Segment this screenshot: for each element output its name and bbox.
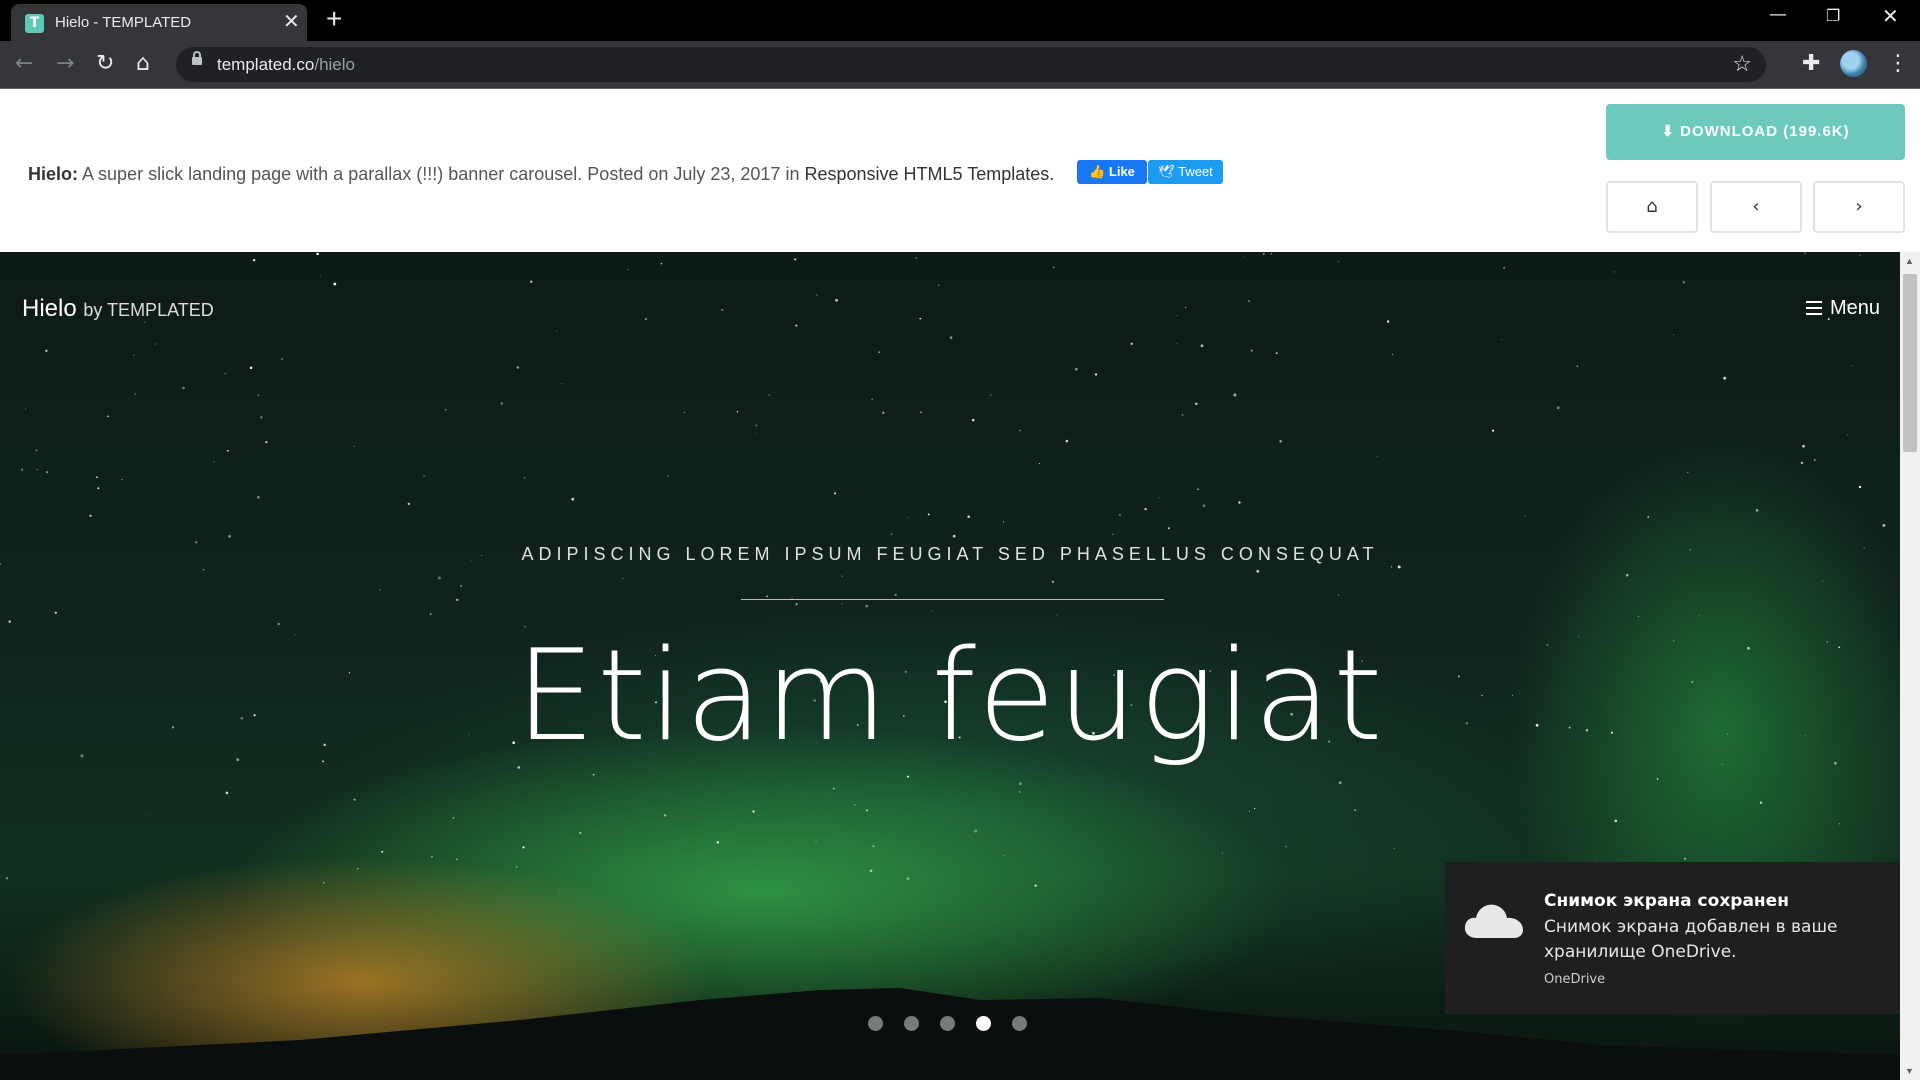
browser-tab-strip: T Hielo - TEMPLATED ✕ + — ❐ ✕ xyxy=(0,0,1920,41)
tweet-button[interactable]: 🕊 Tweet xyxy=(1148,160,1223,184)
scroll-up-arrow-icon[interactable]: ▲ xyxy=(1905,256,1914,266)
reload-icon[interactable]: ↻ xyxy=(96,51,114,77)
download-icon: ⬇ xyxy=(1661,123,1675,140)
previous-template-button[interactable]: ‹ xyxy=(1710,181,1802,233)
browser-toolbar: ← → ↻ ⌂ templated.co/hielo ☆ ✚ ⋮ xyxy=(0,41,1920,89)
carousel-dot[interactable] xyxy=(1012,1016,1027,1031)
carousel-dot[interactable] xyxy=(904,1016,919,1031)
twitter-bird-icon: 🕊 xyxy=(1158,164,1175,179)
home-icon: ⌂ xyxy=(1646,196,1658,217)
download-button[interactable]: ⬇ DOWNLOAD (199.6K) xyxy=(1606,104,1905,160)
logo-by: by TEMPLATED xyxy=(83,300,214,320)
favicon-icon: T xyxy=(25,14,44,33)
onedrive-notification[interactable]: Снимок экрана сохранен Снимок экрана доб… xyxy=(1445,862,1900,1014)
hero-subtitle: ADIPISCING LOREM IPSUM FEUGIAT SED PHASE… xyxy=(521,544,1379,564)
tab-close-icon[interactable]: ✕ xyxy=(283,12,300,32)
template-name: Hielo: xyxy=(28,164,79,184)
carousel-dot[interactable] xyxy=(976,1016,991,1031)
scroll-down-arrow-icon[interactable]: ▼ xyxy=(1905,1066,1914,1076)
toast-source: OneDrive xyxy=(1544,972,1606,987)
template-description: Hielo: A super slick landing page with a… xyxy=(28,164,1054,185)
like-label: Like xyxy=(1108,164,1135,179)
forward-icon[interactable]: → xyxy=(56,51,74,77)
chevron-right-icon: › xyxy=(1855,196,1863,217)
template-info-bar: Hielo: A super slick landing page with a… xyxy=(0,89,1920,252)
logo-name: Hielo xyxy=(22,295,77,322)
profile-avatar[interactable] xyxy=(1840,50,1867,77)
thumbs-up-icon: 👍 xyxy=(1089,164,1106,179)
category-link[interactable]: Responsive HTML5 Templates. xyxy=(804,164,1054,184)
browser-tab[interactable]: T Hielo - TEMPLATED ✕ xyxy=(11,4,307,41)
menu-button[interactable]: Menu xyxy=(1805,297,1880,320)
hamburger-icon xyxy=(1805,301,1822,315)
template-description-text: A super slick landing page with a parall… xyxy=(82,164,800,184)
download-label: DOWNLOAD (199.6K) xyxy=(1680,123,1850,140)
cloud-icon xyxy=(1464,904,1523,938)
hero-headline: Etiam feugiat xyxy=(515,622,1385,769)
extensions-icon[interactable]: ✚ xyxy=(1802,51,1820,76)
scrollbar-thumb[interactable] xyxy=(1903,274,1917,452)
window-close-icon[interactable]: ✕ xyxy=(1882,4,1899,28)
carousel-dot[interactable] xyxy=(940,1016,955,1031)
more-menu-icon[interactable]: ⋮ xyxy=(1887,51,1909,76)
templated-home-button[interactable]: ⌂ xyxy=(1606,181,1698,233)
toast-title: Снимок экрана сохранен xyxy=(1544,891,1789,911)
url-text: templated.co/hielo xyxy=(217,55,355,74)
tab-title: Hielo - TEMPLATED xyxy=(55,14,192,31)
tweet-label: Tweet xyxy=(1178,164,1213,179)
new-tab-icon[interactable]: + xyxy=(326,5,342,33)
carousel-dots xyxy=(868,1016,1048,1036)
menu-label: Menu xyxy=(1829,297,1880,319)
minimize-icon[interactable]: — xyxy=(1769,4,1787,25)
chevron-left-icon: ‹ xyxy=(1752,196,1760,217)
carousel-dot[interactable] xyxy=(868,1016,883,1031)
toast-body: Снимок экрана добавлен в ваше хранилище … xyxy=(1544,917,1838,962)
facebook-like-button[interactable]: 👍 Like xyxy=(1077,160,1147,184)
restore-icon[interactable]: ❐ xyxy=(1826,6,1840,25)
bookmark-star-icon[interactable]: ☆ xyxy=(1732,51,1752,77)
home-icon[interactable]: ⌂ xyxy=(136,51,150,77)
back-icon[interactable]: ← xyxy=(15,51,33,77)
lock-icon xyxy=(192,51,202,65)
hero-divider xyxy=(741,599,1164,600)
address-bar[interactable]: templated.co/hielo ☆ xyxy=(176,47,1766,82)
site-logo[interactable]: Hielo by TEMPLATED xyxy=(22,295,214,323)
next-template-button[interactable]: › xyxy=(1813,181,1905,233)
